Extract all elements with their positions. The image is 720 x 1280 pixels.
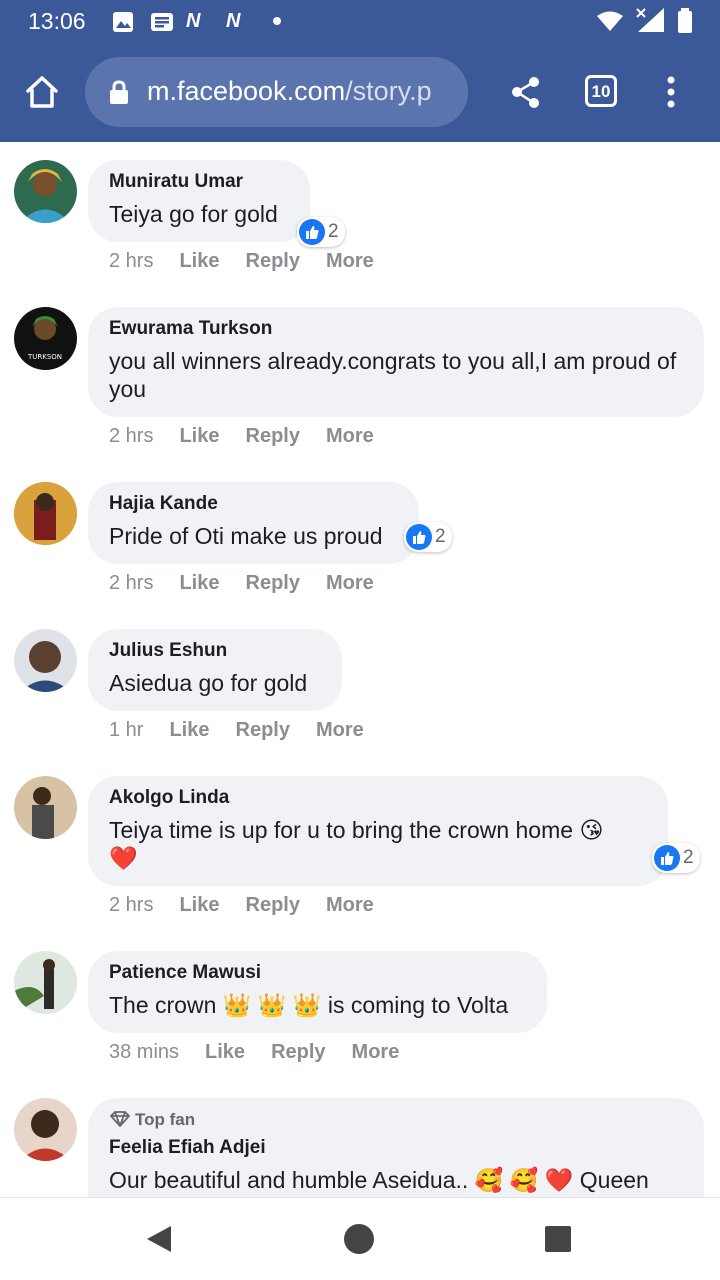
comment-text: you all winners already.congrats to you … [109,348,677,402]
reply-button[interactable]: Reply [271,1041,325,1063]
comment-actions: 1 hr Like Reply More [109,719,390,742]
notification-n-icon: N [186,10,201,32]
dot-icon [273,17,281,25]
like-button[interactable]: Like [179,250,219,272]
thumbs-up-icon [299,219,325,245]
browser-toolbar: m.facebook.com/story.p 10 [0,44,720,142]
avatar[interactable] [14,951,77,1014]
comments-list: Muniratu Umar Teiya go for gold 2 2 hrs L… [0,142,720,1197]
avatar[interactable] [14,482,77,545]
comment-bubble: Akolgo Linda Teiya time is up for u to b… [88,776,668,886]
message-icon [151,13,173,31]
gallery-icon [113,12,133,32]
url-domain: m.facebook.com [147,76,346,106]
comment-actions: 2 hrs Like Reply More [109,250,400,273]
comment-bubble: Top fan Feelia Efiah Adjei Our beautiful… [88,1098,704,1197]
diamond-icon [110,1111,130,1127]
comment-actions: 2 hrs Like Reply More [109,425,400,448]
avatar[interactable]: TURKSON [14,307,77,370]
kebab-menu-icon[interactable] [664,74,678,110]
like-button[interactable]: Like [179,425,219,447]
reaction-count[interactable]: 2 [297,217,345,247]
avatar[interactable] [14,629,77,692]
reply-button[interactable]: Reply [246,894,300,916]
battery-icon [678,8,692,33]
thumbs-up-icon [654,845,680,871]
signal-icon [636,8,664,32]
comment-time: 38 mins [109,1041,180,1063]
home-icon[interactable] [24,74,60,110]
reply-button[interactable]: Reply [246,425,300,447]
comment-actions: 2 hrs Like Reply More [109,572,400,595]
comment-time: 1 hr [109,719,144,741]
avatar[interactable] [14,1098,77,1161]
comment-author[interactable]: Muniratu Umar [109,170,290,194]
comment-author[interactable]: Julius Eshun [109,639,322,663]
comment-bubble: Ewurama Turkson you all winners already.… [88,307,704,417]
top-fan-badge: Top fan [109,1108,684,1132]
reaction-number: 2 [328,221,339,242]
comment-author[interactable]: Ewurama Turkson [109,317,684,341]
comment-author[interactable]: Akolgo Linda [109,786,648,810]
comment-text: Teiya go for gold [109,201,278,227]
comment-text: Teiya time is up for u to bring the crow… [109,817,604,871]
thumbs-up-icon [406,524,432,550]
reply-button[interactable]: Reply [246,250,300,272]
reaction-number: 2 [435,526,446,547]
tab-count: 10 [591,82,611,101]
like-button[interactable]: Like [179,572,219,594]
url-path: /story.p [345,76,432,106]
reaction-count[interactable]: 2 [404,522,452,552]
comment-text: Pride of Oti make us proud [109,523,383,549]
comment-time: 2 hrs [109,572,154,594]
more-button[interactable]: More [316,719,364,741]
reaction-count[interactable]: 2 [652,843,700,873]
like-button[interactable]: Like [169,719,209,741]
avatar[interactable] [14,776,77,839]
url-field[interactable]: m.facebook.com/story.p [85,57,468,127]
avatar[interactable] [14,160,77,223]
status-bar: 13:06 N N [0,0,720,44]
comment-actions: 2 hrs Like Reply More [109,894,400,917]
like-button[interactable]: Like [179,894,219,916]
comment-text: Our beautiful and humble Aseidua.. 🥰 🥰 ❤… [109,1167,649,1193]
notification-n-icon: N [226,10,241,32]
comment-author[interactable]: Hajia Kande [109,492,399,516]
more-button[interactable]: More [326,894,374,916]
like-button[interactable]: Like [205,1041,245,1063]
nav-back-icon[interactable] [144,1224,174,1254]
top-fan-label: Top fan [135,1110,196,1129]
comment-time: 2 hrs [109,425,154,447]
comment-time: 2 hrs [109,250,154,272]
comment-text: Asiedua go for gold [109,670,308,696]
reply-button[interactable]: Reply [236,719,290,741]
reaction-number: 2 [683,847,694,868]
svg-text:TURKSON: TURKSON [27,353,62,361]
comment-author[interactable]: Patience Mawusi [109,961,527,985]
wifi-icon [597,11,623,31]
more-button[interactable]: More [326,425,374,447]
url-text: m.facebook.com/story.p [147,76,459,107]
nav-home-icon[interactable] [343,1223,375,1255]
share-icon[interactable] [510,76,542,108]
status-time: 13:06 [28,8,86,34]
tab-switcher-button[interactable]: 10 [585,75,617,107]
reply-button[interactable]: Reply [246,572,300,594]
more-button[interactable]: More [326,250,374,272]
comment-bubble: Julius Eshun Asiedua go for gold [88,629,342,711]
more-button[interactable]: More [352,1041,400,1063]
comment-bubble: Patience Mawusi The crown 👑 👑 👑 is comin… [88,951,547,1033]
comment-time: 2 hrs [109,894,154,916]
system-navigation-bar [0,1197,720,1280]
lock-icon [110,80,128,104]
comment-author[interactable]: Feelia Efiah Adjei [109,1136,684,1160]
more-button[interactable]: More [326,572,374,594]
comment-bubble: Muniratu Umar Teiya go for gold [88,160,310,242]
comment-actions: 38 mins Like Reply More [109,1041,425,1064]
nav-recents-icon[interactable] [544,1225,572,1253]
comment-bubble: Hajia Kande Pride of Oti make us proud [88,482,419,564]
comment-text: The crown 👑 👑 👑 is coming to Volta [109,992,509,1018]
